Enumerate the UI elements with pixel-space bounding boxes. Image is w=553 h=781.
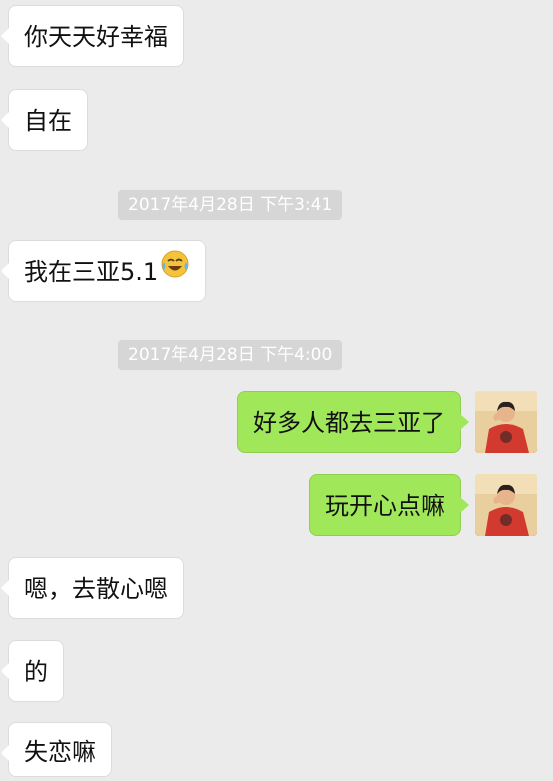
incoming-message[interactable]: 的 [1, 640, 64, 702]
outgoing-message[interactable]: 好多人都去三亚了 [237, 391, 469, 453]
incoming-message[interactable]: 自在 [1, 89, 88, 151]
timestamp-text: 2017年4月28日 下午3:41 [128, 195, 333, 215]
outgoing-message[interactable]: 玩开心点嘛 [309, 474, 469, 536]
chat-area: 你天天好幸福 自在 2017年4月28日 下午3:41 我在三亚5.1 2017… [0, 0, 553, 777]
timestamp-text: 2017年4月28日 下午4:00 [128, 345, 333, 365]
message-text: 你天天好幸福 [24, 23, 168, 51]
incoming-message[interactable]: 失恋嘛 [1, 722, 112, 777]
crying-laughing-emoji-icon [160, 240, 190, 302]
message-text: 嗯，去散心嗯 [24, 575, 168, 603]
incoming-message[interactable]: 我在三亚5.1 [0, 240, 207, 302]
message-text: 好多人都去三亚了 [253, 409, 445, 437]
message-text: 玩开心点嘛 [325, 492, 445, 520]
message-text: 自在 [24, 107, 72, 135]
timestamp: 2017年4月28日 下午3:41 [118, 190, 343, 220]
avatar[interactable] [475, 474, 537, 536]
incoming-message[interactable]: 嗯，去散心嗯 [1, 557, 184, 619]
timestamp: 2017年4月28日 下午4:00 [118, 340, 343, 370]
message-text: 的 [24, 658, 48, 686]
incoming-message[interactable]: 你天天好幸福 [1, 5, 184, 67]
avatar[interactable] [475, 391, 537, 453]
message-text: 我在三亚5.1 [24, 258, 159, 286]
message-text: 失恋嘛 [24, 738, 96, 766]
